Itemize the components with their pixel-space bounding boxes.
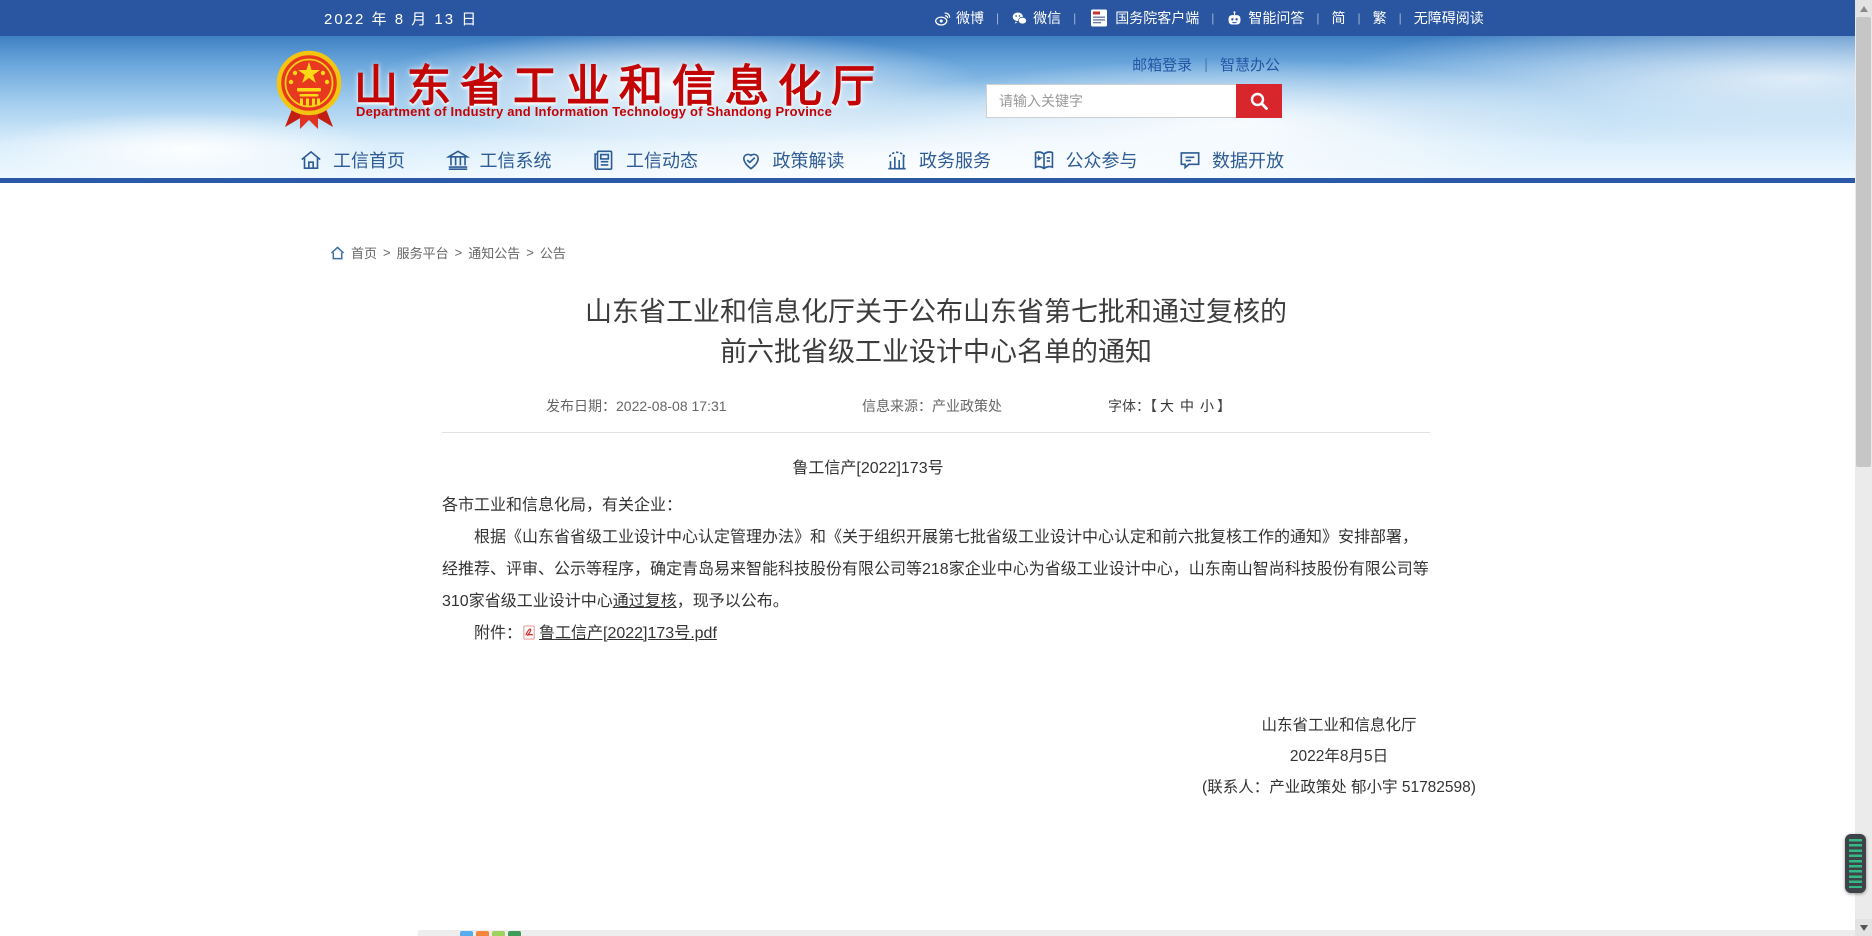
quick-links: 邮箱登录 | 智慧办公 [1132, 54, 1280, 75]
signature-contact: (联系人：产业政策处 郁小宇 51782598) [1184, 772, 1494, 803]
gov-client-icon [1088, 8, 1110, 28]
home-icon [330, 246, 345, 260]
side-tool-widget[interactable] [1845, 834, 1866, 893]
main-nav: 工信首页 工信系统 工信动态 政策解读 [298, 147, 1284, 173]
info-source: 信息来源：产业政策处 [862, 396, 1002, 416]
share-more-icon[interactable] [508, 931, 521, 936]
scroll-down-button[interactable] [1855, 919, 1872, 936]
scrollbar-thumb[interactable] [1856, 17, 1871, 467]
share-qzone-icon[interactable] [492, 931, 505, 936]
nav-item-open-data[interactable]: 数据开放 [1177, 147, 1284, 173]
footer-strip [418, 930, 1855, 936]
nav-item-home[interactable]: 工信首页 [298, 147, 405, 173]
search-box [986, 84, 1282, 118]
separator: | [994, 11, 1001, 25]
attachment-row: 附件：鲁工信产[2022]173号.pdf [442, 618, 1430, 650]
font-size-small-button[interactable]: 小 [1197, 398, 1217, 414]
simplified-chinese-link[interactable]: 简 [1332, 8, 1346, 28]
nav-item-services[interactable]: 政务服务 [884, 147, 991, 173]
signature-date: 2022年8月5日 [1184, 741, 1494, 772]
article-meta: 发布日期：2022-08-08 17:31 信息来源：产业政策处 字体：【大中小… [442, 396, 1430, 416]
arrow-up-icon [1860, 6, 1868, 12]
top-bar: 2022 年 8 月 13 日 微博 | 微信 [0, 0, 1872, 36]
meta-divider [442, 432, 1430, 433]
heart-handshake-icon [738, 147, 764, 173]
nav-item-system[interactable]: 工信系统 [445, 147, 552, 173]
article-body: 各市工业和信息化局，有关企业： 根据《山东省省级工业设计中心认定管理办法》和《关… [442, 490, 1430, 650]
nav-item-news[interactable]: 工信动态 [591, 147, 698, 173]
weibo-link[interactable]: 微博 [934, 8, 984, 28]
scrollbar[interactable] [1855, 0, 1872, 936]
document-number: 鲁工信产[2022]173号 [374, 454, 1362, 478]
search-icon [1249, 91, 1269, 111]
current-date: 2022 年 8 月 13 日 [324, 0, 478, 36]
scroll-up-button[interactable] [1855, 0, 1872, 17]
robot-icon [1226, 10, 1243, 27]
share-wechat-icon[interactable] [476, 931, 489, 936]
news-icon [591, 147, 617, 173]
wechat-icon [1011, 10, 1028, 27]
topbar-links: 微博 | 微信 | [934, 0, 1484, 36]
home-icon [298, 147, 324, 173]
breadcrumb-service-platform[interactable]: 服务平台 [397, 243, 449, 262]
nav-item-policy[interactable]: 政策解读 [738, 147, 845, 173]
accessibility-link[interactable]: 无障碍阅读 [1414, 8, 1484, 28]
wechat-link[interactable]: 微信 [1011, 8, 1061, 28]
separator: | [1356, 11, 1363, 25]
breadcrumb: 首页 > 服务平台 > 通知公告 > 公告 [330, 243, 1872, 262]
search-button[interactable] [1236, 84, 1282, 118]
font-size-control: 字体：【大中小】 [1108, 396, 1231, 416]
separator: | [1314, 11, 1321, 25]
site-header: 山东省工业和信息化厅 Department of Industry and In… [0, 36, 1872, 183]
signature-block: 山东省工业和信息化厅 2022年8月5日 (联系人：产业政策处 郁小宇 5178… [1184, 710, 1494, 803]
smart-qa-link[interactable]: 智能问答 [1226, 8, 1304, 28]
site-subtitle: Department of Industry and Information T… [356, 104, 832, 119]
traditional-chinese-link[interactable]: 繁 [1373, 8, 1387, 28]
weibo-icon [934, 10, 951, 27]
salutation: 各市工业和信息化局，有关企业： [442, 490, 1430, 522]
attachment-pdf-link[interactable]: 鲁工信产[2022]173号.pdf [522, 625, 717, 642]
breadcrumb-announcement[interactable]: 公告 [540, 243, 566, 262]
gov-client-link[interactable]: 国务院客户端 [1088, 8, 1199, 28]
chat-bubble-icon [1177, 147, 1203, 173]
separator: | [1397, 11, 1404, 25]
separator: | [1071, 11, 1078, 25]
signature-org: 山东省工业和信息化厅 [1184, 710, 1494, 741]
font-size-large-button[interactable]: 大 [1157, 398, 1177, 414]
separator: | [1204, 56, 1208, 73]
breadcrumb-notices[interactable]: 通知公告 [468, 243, 520, 262]
smart-office-link[interactable]: 智慧办公 [1220, 54, 1280, 75]
pdf-icon [522, 625, 537, 640]
chart-icon [884, 147, 910, 173]
breadcrumb-home[interactable]: 首页 [351, 243, 377, 262]
arrow-down-icon [1860, 925, 1868, 931]
share-weibo-icon[interactable] [460, 931, 473, 936]
mail-login-link[interactable]: 邮箱登录 [1132, 54, 1192, 75]
separator: | [1209, 11, 1216, 25]
publish-date: 发布日期：2022-08-08 17:31 [546, 396, 727, 416]
search-input[interactable] [986, 84, 1236, 118]
main-paragraph: 根据《山东省省级工业设计中心认定管理办法》和《关于组织开展第七批省级工业设计中心… [442, 522, 1430, 618]
book-star-icon [1031, 147, 1057, 173]
nav-item-participation[interactable]: 公众参与 [1031, 147, 1138, 173]
article: 山东省工业和信息化厅关于公布山东省第七批和通过复核的 前六批省级工业设计中心名单… [442, 292, 1430, 803]
stripes-icon [1849, 839, 1862, 888]
review-link[interactable]: 通过复核 [613, 593, 677, 610]
national-emblem-logo [272, 50, 346, 132]
article-title: 山东省工业和信息化厅关于公布山东省第七批和通过复核的 前六批省级工业设计中心名单… [442, 292, 1430, 372]
font-size-medium-button[interactable]: 中 [1177, 398, 1197, 414]
bank-icon [445, 147, 471, 173]
